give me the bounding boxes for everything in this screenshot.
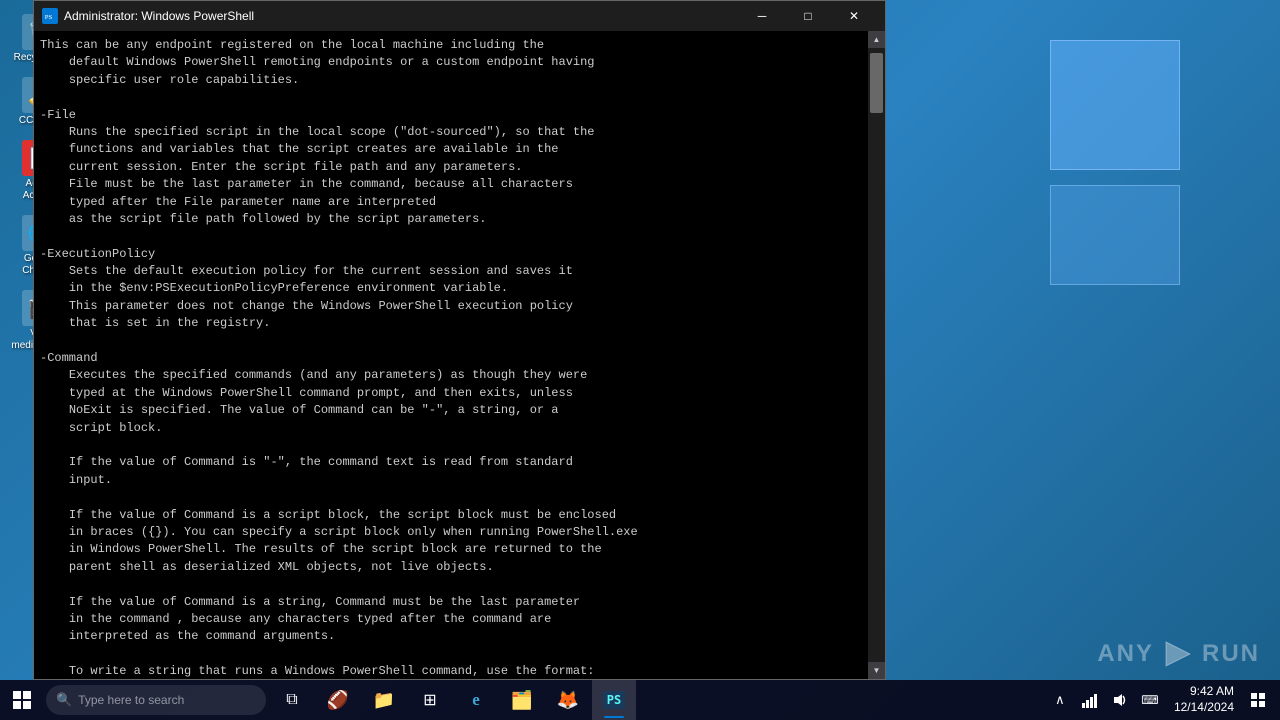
powershell-title-icon: PS (42, 8, 58, 24)
clock-time: 9:42 AM (1174, 684, 1234, 700)
search-icon: 🔍 (56, 692, 72, 708)
taskbar-task-view[interactable]: ⧉ (270, 680, 314, 720)
show-hidden-icons[interactable]: ∧ (1046, 686, 1074, 714)
chevron-up-icon: ∧ (1055, 692, 1065, 708)
taskbar-file-explorer[interactable]: 📁 (362, 680, 406, 720)
edge-icon: e (472, 690, 480, 710)
taskbar-firefox[interactable]: 🦊 (546, 680, 590, 720)
system-clock[interactable]: 9:42 AM 12/14/2024 (1168, 684, 1240, 715)
anyrun-text: ANY (1097, 640, 1154, 668)
close-button[interactable]: ✕ (831, 1, 877, 31)
keyboard-icon: ⌨ (1141, 693, 1158, 707)
window-controls: ─ □ ✕ (739, 1, 877, 31)
powershell-window: PS Administrator: Windows PowerShell ─ □… (33, 0, 886, 680)
scrollbar-thumb[interactable] (870, 53, 883, 113)
maximize-button[interactable]: □ (785, 1, 831, 31)
firefox-icon: 🦊 (557, 690, 579, 711)
powershell-content: This can be any endpoint registered on t… (34, 31, 885, 679)
powershell-titlebar: PS Administrator: Windows PowerShell ─ □… (34, 1, 885, 31)
anyrun-watermark: ANY RUN (1097, 638, 1260, 670)
powershell-text-area[interactable]: This can be any endpoint registered on t… (34, 31, 868, 679)
scrollbar-down-button[interactable]: ▼ (868, 662, 885, 679)
folder-icon: 🗂️ (511, 690, 533, 711)
taskbar-search-bar[interactable]: 🔍 Type here to search (46, 685, 266, 715)
win-logo-box-2 (1050, 185, 1180, 285)
keyboard-tray-icon[interactable]: ⌨ (1136, 686, 1164, 714)
file-explorer-icon: 📁 (373, 690, 395, 711)
taskbar-powershell[interactable]: PS (592, 680, 636, 720)
taskbar-windows-grid[interactable]: ⊞ (408, 680, 452, 720)
start-button[interactable] (0, 680, 44, 720)
system-tray-icons: ∧ ⌨ (1046, 686, 1164, 714)
football-icon: 🏈 (327, 690, 349, 711)
anyrun-run-text: RUN (1202, 640, 1260, 668)
powershell-taskbar-icon: PS (603, 691, 625, 709)
taskbar-app-icons: ⧉ 🏈 📁 ⊞ e 🗂️ 🦊 PS (270, 680, 636, 720)
taskbar: 🔍 Type here to search ⧉ 🏈 📁 ⊞ e 🗂️ (0, 680, 1280, 720)
windows-decor (980, 40, 1180, 490)
desktop: 🗑️ Recycle Bin 🧹 CCleaner 📄 AdobeAcrobat… (0, 0, 1280, 720)
scrollbar-track[interactable] (868, 48, 885, 662)
scrollbar-up-button[interactable]: ▲ (868, 31, 885, 48)
minimize-button[interactable]: ─ (739, 1, 785, 31)
network-tray-icon[interactable] (1076, 686, 1104, 714)
win-logo-box-1 (1050, 40, 1180, 170)
anyrun-play-icon (1162, 638, 1194, 670)
search-placeholder-text: Type here to search (78, 693, 184, 707)
powershell-output: This can be any endpoint registered on t… (38, 35, 864, 679)
powershell-scrollbar: ▲ ▼ (868, 31, 885, 679)
volume-tray-icon[interactable] (1106, 686, 1134, 714)
clock-date: 12/14/2024 (1174, 700, 1234, 716)
taskbar-football[interactable]: 🏈 (316, 680, 360, 720)
windows-grid-icon: ⊞ (423, 690, 436, 710)
taskbar-edge[interactable]: e (454, 680, 498, 720)
taskbar-folder[interactable]: 🗂️ (500, 680, 544, 720)
powershell-title-text: Administrator: Windows PowerShell (64, 9, 739, 23)
taskbar-right-tray: ∧ ⌨ (1046, 684, 1280, 715)
svg-text:PS: PS (45, 14, 53, 21)
notification-center-button[interactable] (1244, 686, 1272, 714)
task-view-icon: ⧉ (286, 691, 297, 709)
